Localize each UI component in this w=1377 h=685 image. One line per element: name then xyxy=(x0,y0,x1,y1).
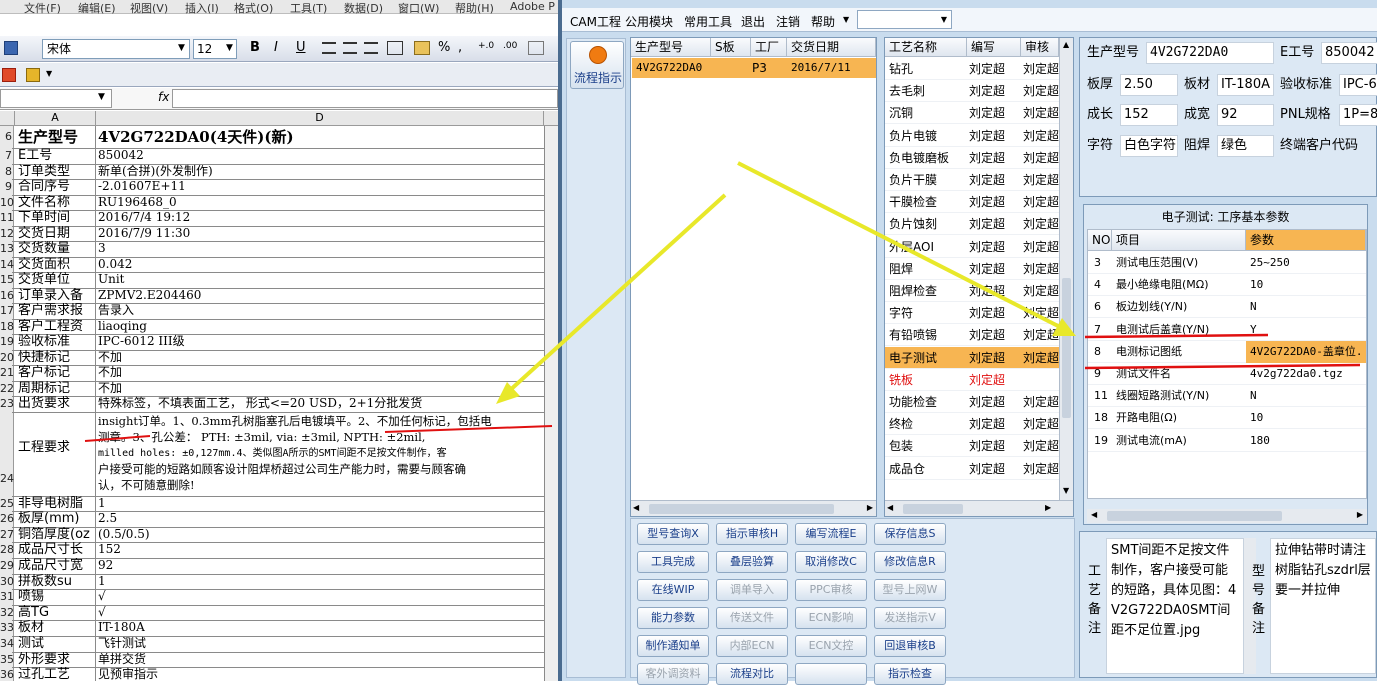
red-underline xyxy=(1084,333,1269,339)
yellow-arrow xyxy=(737,161,1063,330)
red-underline xyxy=(1084,363,1361,370)
yellow-arrowhead xyxy=(1052,318,1076,336)
yellow-arrow xyxy=(506,193,727,394)
red-underline xyxy=(84,435,151,442)
red-underline xyxy=(384,425,553,433)
annotation-overlay xyxy=(84,161,1361,442)
